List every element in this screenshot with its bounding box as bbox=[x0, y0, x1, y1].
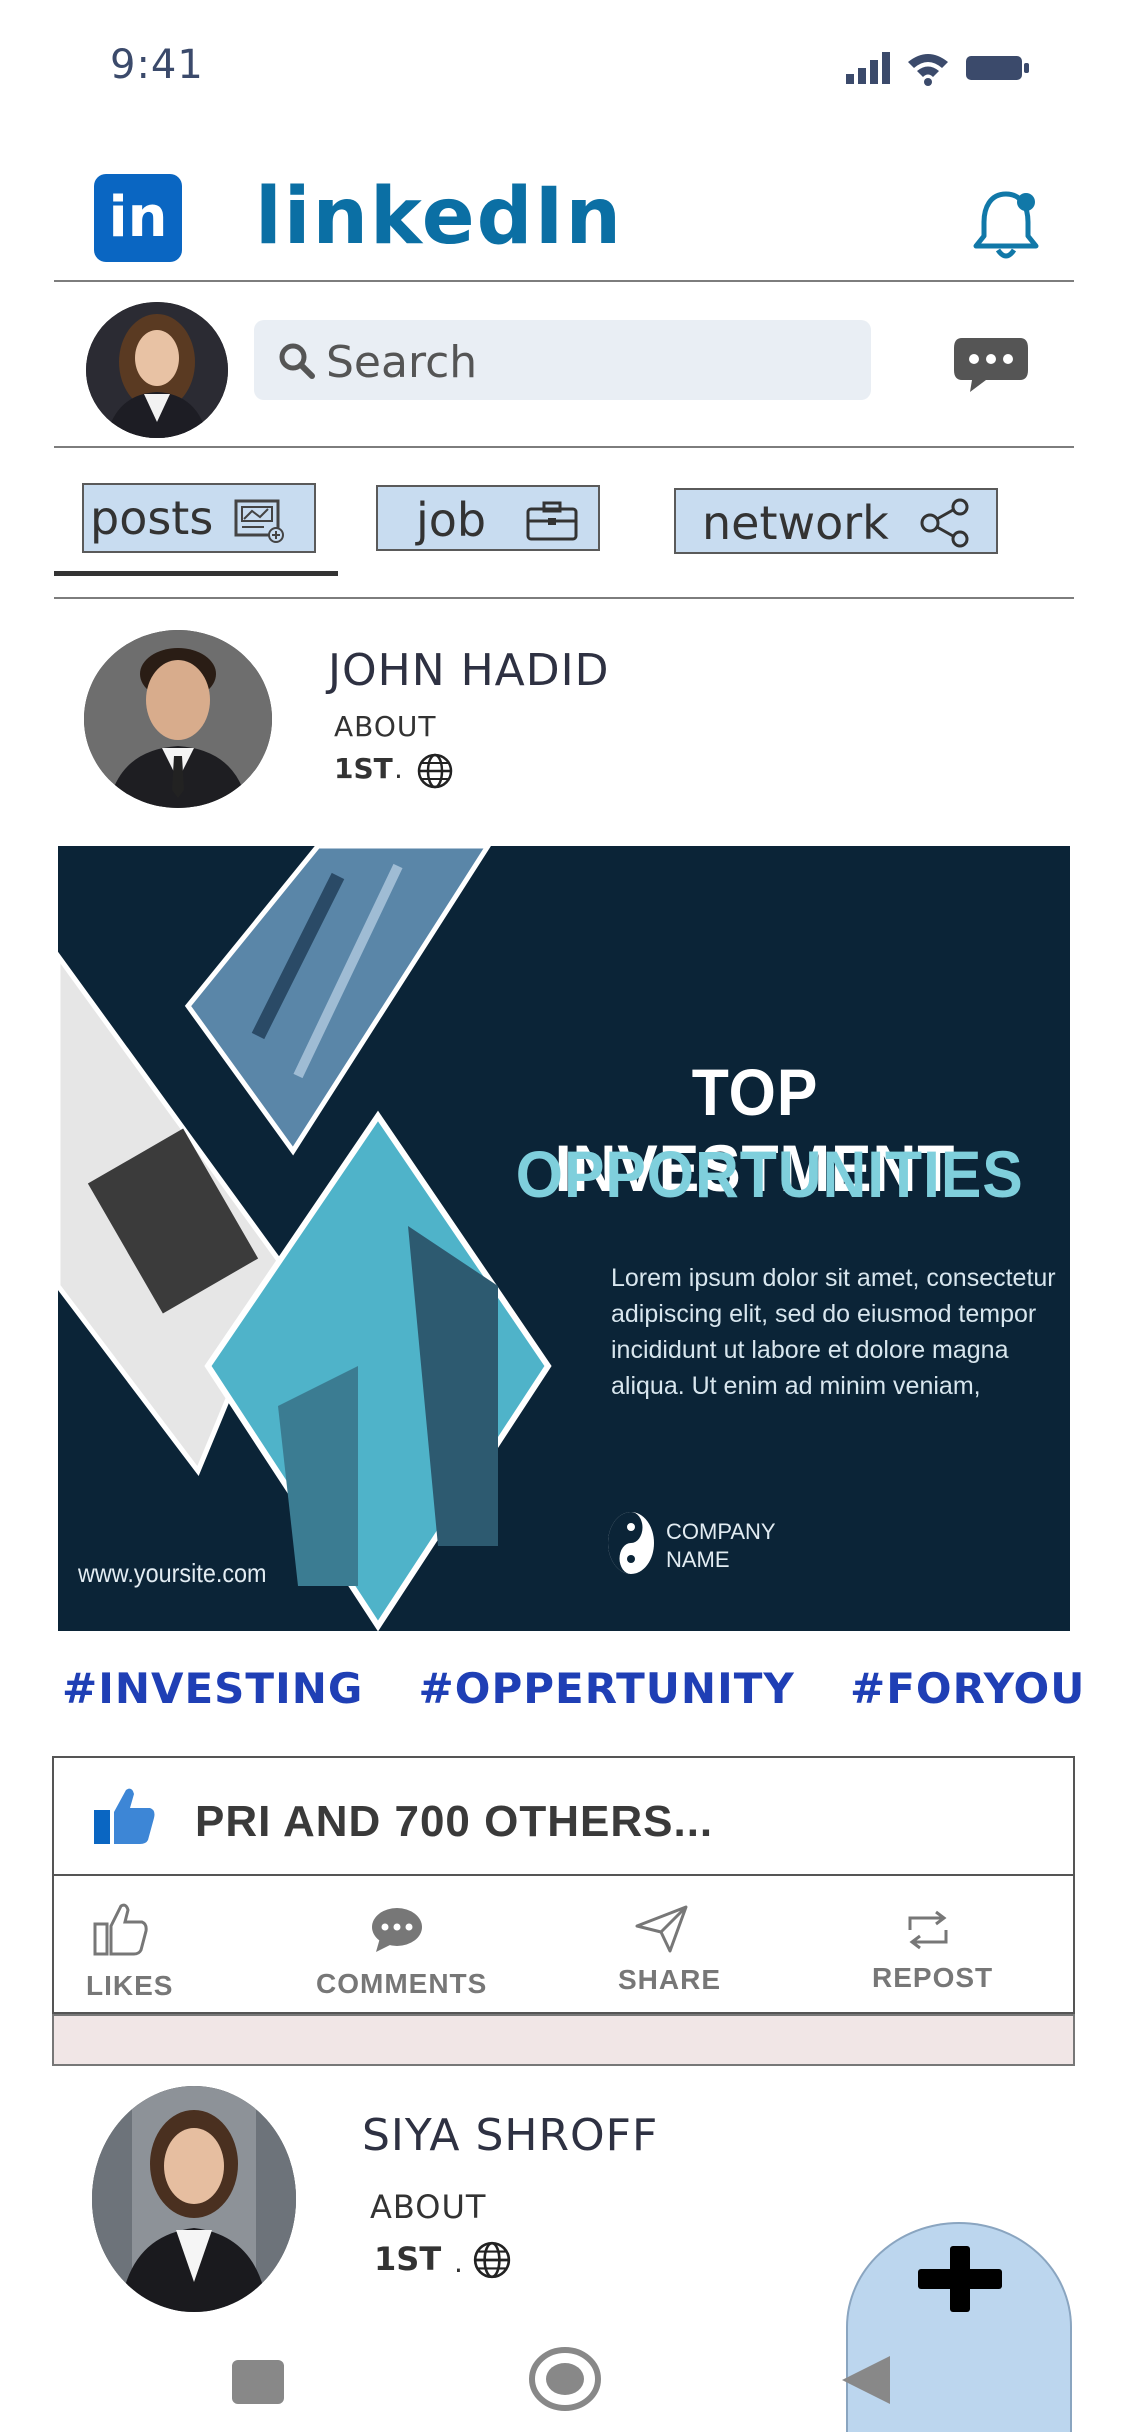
comment-icon bbox=[372, 1908, 422, 1952]
active-tab-indicator bbox=[54, 571, 338, 576]
tabs-divider bbox=[54, 597, 1074, 599]
briefcase-icon bbox=[526, 501, 578, 541]
comment-label: COMMENTS bbox=[316, 1968, 488, 1999]
plus-icon bbox=[918, 2246, 1002, 2312]
repost-button[interactable]: REPOST bbox=[870, 1908, 994, 2008]
post-image-graphic bbox=[58, 846, 552, 1631]
image-body-line: adipiscing elit, sed do eiusmod tempor bbox=[611, 1300, 1037, 1328]
next-globe-icon bbox=[473, 2241, 511, 2279]
search-icon bbox=[279, 343, 315, 379]
likes-summary-text[interactable]: PRI AND 700 OTHERS... bbox=[195, 1797, 713, 1847]
image-body-line: aliqua. Ut enim ad minim veniam, bbox=[611, 1372, 981, 1400]
post-hashtags[interactable]: #INVESTING #OPPERTUNITY #FORYOU bbox=[62, 1664, 1085, 1713]
post-author-name[interactable]: JOHN HADID bbox=[328, 645, 610, 696]
next-meta-separator: . bbox=[454, 2246, 463, 2279]
repost-label: REPOST bbox=[872, 1962, 994, 1993]
company-name: COMPANY NAME bbox=[666, 1518, 776, 1574]
image-website: www.yoursite.com bbox=[78, 1558, 267, 1588]
tab-job-label: job bbox=[416, 493, 487, 547]
next-post-author-name[interactable]: SIYA SHROFF bbox=[362, 2110, 658, 2161]
repost-icon bbox=[908, 1910, 948, 1950]
search-divider bbox=[54, 446, 1074, 448]
company-name-line: NAME bbox=[666, 1547, 730, 1572]
battery-icon bbox=[966, 56, 1029, 80]
thumbs-up-icon bbox=[93, 1903, 148, 1956]
notification-bell-icon[interactable] bbox=[966, 184, 1046, 264]
meta-separator: . bbox=[394, 752, 403, 785]
author-avatar[interactable] bbox=[84, 630, 272, 808]
search-placeholder: Search bbox=[326, 337, 478, 388]
status-icons bbox=[846, 52, 1029, 86]
like-button[interactable]: LIKES bbox=[82, 1900, 178, 2010]
status-time: 9:41 bbox=[110, 42, 204, 88]
recent-apps-button[interactable] bbox=[232, 2360, 284, 2404]
connection-degree: 1ST bbox=[334, 752, 393, 785]
like-label: LIKES bbox=[86, 1970, 174, 2001]
post-author-about[interactable]: ABOUT bbox=[334, 710, 437, 743]
header-divider bbox=[54, 280, 1074, 282]
share-button[interactable]: SHARE bbox=[612, 1904, 722, 2004]
image-body-line: incididunt ut labore et dolore magna bbox=[611, 1336, 1009, 1364]
app-title: linkedIn bbox=[255, 172, 624, 262]
send-icon bbox=[635, 1905, 688, 1953]
tab-posts[interactable]: posts bbox=[82, 483, 316, 553]
network-icon bbox=[920, 498, 969, 548]
wifi-icon bbox=[908, 54, 948, 86]
tab-job[interactable]: job bbox=[376, 485, 600, 551]
next-connection-degree: 1ST bbox=[374, 2240, 442, 2278]
post-image[interactable]: TOP INVESTMENT OPPORTUNITIES Lorem ipsum… bbox=[58, 846, 1070, 1631]
comment-button[interactable]: COMMENTS bbox=[312, 1906, 486, 2006]
image-headline-2: OPPORTUNITIES bbox=[515, 1137, 1024, 1211]
image-body-line: Lorem ipsum dolor sit amet, consectetur bbox=[611, 1264, 1056, 1292]
home-button[interactable] bbox=[528, 2346, 602, 2412]
share-label: SHARE bbox=[618, 1964, 722, 1995]
next-author-avatar[interactable] bbox=[92, 2086, 296, 2312]
tab-network[interactable]: network bbox=[674, 488, 998, 554]
tab-posts-label: posts bbox=[90, 491, 214, 545]
next-post-author-about[interactable]: ABOUT bbox=[370, 2188, 486, 2226]
company-logo-icon bbox=[608, 1512, 654, 1574]
back-button[interactable] bbox=[838, 2352, 894, 2408]
globe-icon bbox=[417, 753, 453, 789]
user-avatar[interactable] bbox=[86, 302, 228, 438]
posts-icon bbox=[234, 499, 284, 543]
messages-icon[interactable] bbox=[952, 334, 1030, 396]
post-separator bbox=[52, 2014, 1075, 2066]
image-body-text: Lorem ipsum dolor sit amet, consectetur … bbox=[611, 1260, 1056, 1404]
thumbs-up-filled-icon bbox=[94, 1788, 155, 1844]
company-name-line: COMPANY bbox=[666, 1519, 776, 1544]
linkedin-logo[interactable]: in bbox=[94, 174, 182, 262]
signal-icon bbox=[846, 52, 890, 84]
tab-network-label: network bbox=[702, 496, 889, 550]
